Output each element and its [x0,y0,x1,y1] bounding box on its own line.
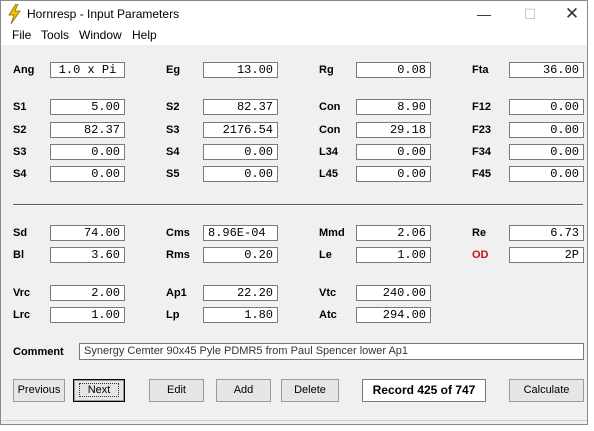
previous-button[interactable]: Previous [13,379,65,402]
field-fta[interactable]: 36.00 [509,62,584,78]
menu-help[interactable]: Help [132,28,157,42]
record-indicator: Record 425 of 747 [362,379,486,402]
label-s3: S3 [13,146,27,158]
field-rg[interactable]: 0.08 [356,62,431,78]
window-title: Hornresp - Input Parameters [27,7,180,21]
field-bl[interactable]: 3.60 [50,247,125,263]
label-eg: Eg [166,64,181,76]
field-f45[interactable]: 0.00 [509,166,584,182]
title-bar[interactable]: Hornresp - Input Parameters — ☐ ✕ [1,1,587,27]
add-button[interactable]: Add [216,379,271,402]
field-eg[interactable]: 13.00 [203,62,278,78]
label-f45: F45 [472,168,491,180]
label-s3-b: S3 [166,124,180,136]
label-rms: Rms [166,249,190,261]
field-od[interactable]: 2P [509,247,584,263]
field-con-1[interactable]: 8.90 [356,99,431,115]
field-f23[interactable]: 0.00 [509,122,584,138]
close-button[interactable]: ✕ [549,1,594,27]
field-re[interactable]: 6.73 [509,225,584,241]
label-lp: Lp [166,309,180,321]
label-f23: F23 [472,124,491,136]
field-s3-b[interactable]: 2176.54 [203,122,278,138]
input-parameters-panel: Ang 1.0 x Pi Eg 13.00 Rg 0.08 Fta 36.00 … [1,45,587,424]
field-con-2[interactable]: 29.18 [356,122,431,138]
field-s5[interactable]: 0.00 [203,166,278,182]
label-s2: S2 [13,124,27,136]
field-le[interactable]: 1.00 [356,247,431,263]
menu-file[interactable]: File [12,28,31,42]
label-re: Re [472,227,487,239]
label-l45: L45 [319,168,338,180]
field-mmd[interactable]: 2.06 [356,225,431,241]
field-s2-b[interactable]: 82.37 [203,99,278,115]
field-s4-b[interactable]: 0.00 [203,144,278,160]
label-s1: S1 [13,101,27,113]
next-button-label: Next [78,383,120,397]
separator-line [13,204,583,206]
label-l34: L34 [319,146,338,158]
next-button[interactable]: Next [73,379,125,402]
label-f12: F12 [472,101,491,113]
menu-tools[interactable]: Tools [41,28,69,42]
field-sd[interactable]: 74.00 [50,225,125,241]
field-lrc[interactable]: 1.00 [50,307,125,323]
label-comment: Comment [13,346,64,358]
delete-button[interactable]: Delete [281,379,339,402]
label-atc: Atc [319,309,337,321]
label-vtc: Vtc [319,287,337,299]
label-s5: S5 [166,168,180,180]
field-l34[interactable]: 0.00 [356,144,431,160]
status-bar [1,420,587,424]
label-od: OD [472,249,489,261]
label-ap1: Ap1 [166,287,187,299]
label-con-1: Con [319,101,341,113]
field-cms[interactable]: 8.96E-04 [203,225,278,241]
label-lrc: Lrc [13,309,31,321]
field-vrc[interactable]: 2.00 [50,285,125,301]
field-l45[interactable]: 0.00 [356,166,431,182]
label-vrc: Vrc [13,287,31,299]
minimize-button[interactable]: — [461,1,507,27]
comment-field[interactable]: Synergy Cemter 90x45 Pyle PDMR5 from Pau… [79,343,584,360]
field-lp[interactable]: 1.80 [203,307,278,323]
label-s2-b: S2 [166,101,180,113]
field-s4[interactable]: 0.00 [50,166,125,182]
label-bl: Bl [13,249,24,261]
field-vtc[interactable]: 240.00 [356,285,431,301]
field-s2[interactable]: 82.37 [50,122,125,138]
label-le: Le [319,249,332,261]
maximize-button[interactable]: ☐ [507,1,553,27]
label-rg: Rg [319,64,334,76]
field-s3[interactable]: 0.00 [50,144,125,160]
label-s4: S4 [13,168,27,180]
calculate-button[interactable]: Calculate [509,379,584,402]
field-rms[interactable]: 0.20 [203,247,278,263]
edit-button[interactable]: Edit [149,379,204,402]
menu-bar: File Tools Window Help [1,27,587,45]
field-ap1[interactable]: 22.20 [203,285,278,301]
label-mmd: Mmd [319,227,345,239]
menu-window[interactable]: Window [79,28,122,42]
field-atc[interactable]: 294.00 [356,307,431,323]
label-ang: Ang [13,64,35,76]
hornresp-window: Hornresp - Input Parameters — ☐ ✕ File T… [0,0,588,425]
label-fta: Fta [472,64,489,76]
label-con-2: Con [319,124,341,136]
label-f34: F34 [472,146,491,158]
field-f12[interactable]: 0.00 [509,99,584,115]
label-sd: Sd [13,227,28,239]
label-s4-b: S4 [166,146,180,158]
field-ang[interactable]: 1.0 x Pi [50,62,125,78]
label-cms: Cms [166,227,190,239]
field-s1[interactable]: 5.00 [50,99,125,115]
lightning-bolt-icon [8,4,21,24]
field-f34[interactable]: 0.00 [509,144,584,160]
